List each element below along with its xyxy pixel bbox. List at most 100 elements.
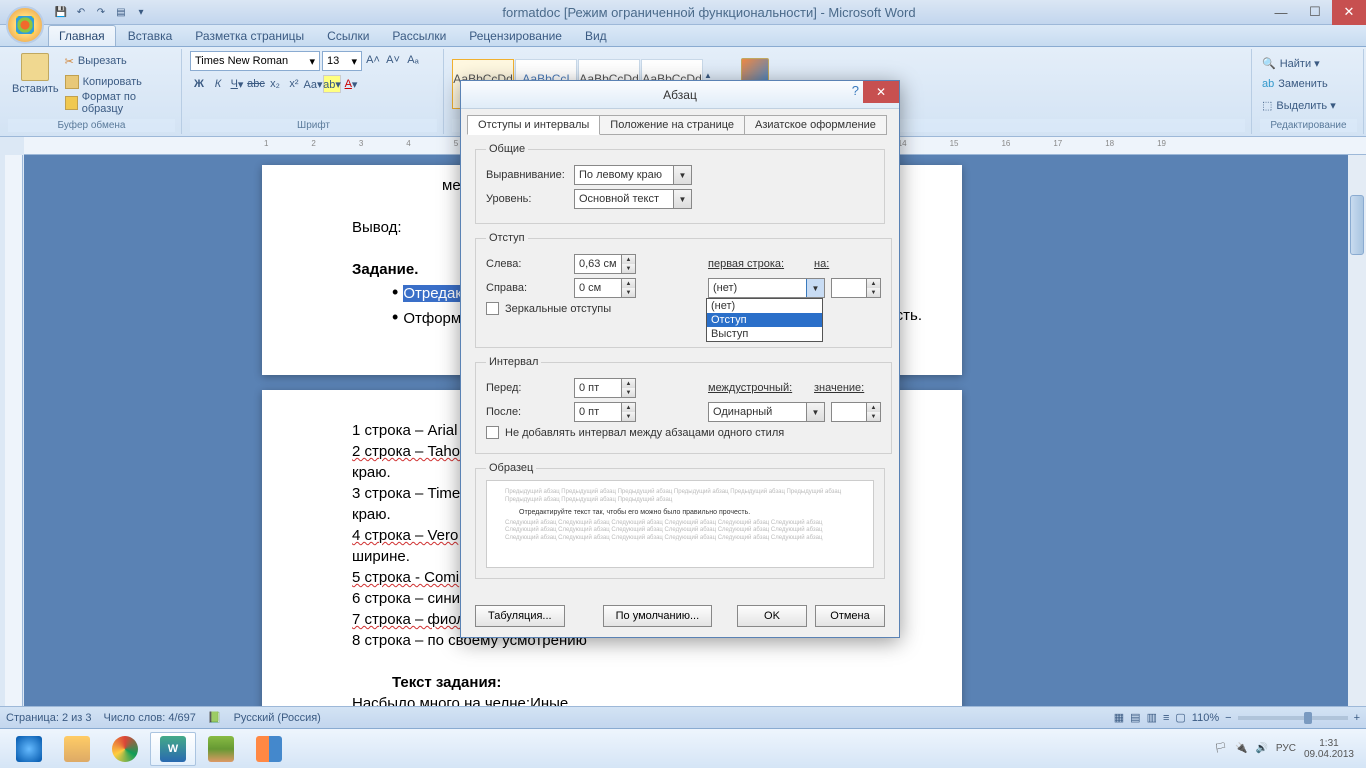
tab-references[interactable]: Ссылки (316, 25, 380, 46)
tray-power-icon[interactable]: 🔌 (1235, 743, 1247, 754)
taskbar-word[interactable]: W (150, 732, 196, 766)
copy-button[interactable]: Копировать (63, 72, 175, 92)
strike-icon[interactable]: abc (247, 75, 265, 93)
fieldset-indent: Отступ (486, 232, 528, 244)
zoom-level[interactable]: 110% (1192, 712, 1219, 724)
maximize-button[interactable]: ☐ (1298, 0, 1332, 25)
dialog-tab-position[interactable]: Положение на странице (599, 115, 745, 135)
underline-icon[interactable]: Ч▾ (228, 75, 246, 93)
qat-more-icon[interactable]: ▾ (132, 3, 150, 21)
status-proof-icon[interactable]: 📗 (208, 711, 222, 724)
redo-icon[interactable]: ↷ (92, 3, 110, 21)
paste-button[interactable]: Вставить (8, 51, 63, 117)
tray-language[interactable]: РУС (1276, 743, 1296, 754)
superscript-icon[interactable]: x² (285, 75, 303, 93)
scrollbar-thumb[interactable] (1350, 195, 1364, 255)
view-web-icon[interactable]: ▥ (1147, 711, 1157, 724)
taskbar-explorer[interactable] (54, 732, 100, 766)
save-icon[interactable]: 💾 (52, 3, 70, 21)
zoom-in-icon[interactable]: + (1354, 712, 1360, 724)
gallery-up-icon[interactable]: ▲ (704, 71, 718, 80)
on-spin[interactable]: ▲▼ (831, 278, 881, 298)
tab-review[interactable]: Рецензирование (458, 25, 573, 46)
mirror-checkbox[interactable] (486, 302, 499, 315)
view-draft-icon[interactable]: ▢ (1175, 711, 1185, 724)
firstline-combo[interactable]: (нет)▼ (708, 278, 825, 298)
taskbar-chrome[interactable] (102, 732, 148, 766)
bold-icon[interactable]: Ж (190, 75, 208, 93)
paragraph-dialog: Абзац ? ✕ Отступы и интервалы Положение … (460, 80, 900, 638)
indent-right-spin[interactable]: 0 см▲▼ (574, 278, 636, 298)
highlight-icon[interactable]: ab▾ (323, 75, 341, 93)
cut-button[interactable]: ✂Вырезать (63, 51, 175, 71)
status-language[interactable]: Русский (Россия) (234, 712, 321, 724)
tab-view[interactable]: Вид (574, 25, 618, 46)
replace-icon: ab (1262, 78, 1274, 90)
ok-button[interactable]: OK (737, 605, 807, 627)
font-name-combo[interactable]: Times New Roman▾ (190, 51, 320, 71)
vertical-scrollbar[interactable] (1348, 155, 1366, 706)
cancel-button[interactable]: Отмена (815, 605, 885, 627)
view-print-icon[interactable]: ▦ (1114, 711, 1124, 724)
tray-clock[interactable]: 1:31 09.04.2013 (1304, 738, 1354, 760)
replace-button[interactable]: abЗаменить (1260, 74, 1357, 94)
value-spin[interactable]: ▲▼ (831, 402, 881, 422)
select-button[interactable]: ⬚Выделить ▾ (1260, 95, 1357, 115)
font-size-combo[interactable]: 13▾ (322, 51, 362, 71)
tab-layout[interactable]: Разметка страницы (184, 25, 315, 46)
taskbar-winrar[interactable] (198, 732, 244, 766)
nosame-checkbox[interactable] (486, 426, 499, 439)
left-label: Слева: (486, 258, 568, 270)
alignment-combo[interactable]: По левому краю▼ (574, 165, 692, 185)
tabs-button[interactable]: Табуляция... (475, 605, 565, 627)
tab-mailings[interactable]: Рассылки (381, 25, 457, 46)
after-spin[interactable]: 0 пт▲▼ (574, 402, 636, 422)
zoom-out-icon[interactable]: − (1225, 712, 1231, 724)
view-outline-icon[interactable]: ≡ (1163, 712, 1169, 724)
font-color-icon[interactable]: A▾ (342, 75, 360, 93)
group-clipboard-label: Буфер обмена (8, 119, 175, 132)
view-read-icon[interactable]: ▤ (1130, 711, 1140, 724)
change-case-icon[interactable]: Aa▾ (304, 75, 322, 93)
status-page[interactable]: Страница: 2 из 3 (6, 712, 92, 724)
format-painter-button[interactable]: Формат по образцу (63, 93, 175, 113)
tab-home[interactable]: Главная (48, 25, 116, 46)
linespacing-label: междустрочный: (708, 382, 808, 394)
quick-access-toolbar: 💾 ↶ ↷ ▤ ▾ (48, 3, 154, 21)
before-spin[interactable]: 0 пт▲▼ (574, 378, 636, 398)
dropdown-option[interactable]: Выступ (707, 327, 822, 341)
print-icon[interactable]: ▤ (112, 3, 130, 21)
default-button[interactable]: По умолчанию... (603, 605, 713, 627)
dropdown-option[interactable]: (нет) (707, 299, 822, 313)
grow-font-icon[interactable]: A˄ (364, 51, 382, 69)
dialog-tab-indent[interactable]: Отступы и интервалы (467, 115, 600, 135)
dialog-close-button[interactable]: ✕ (863, 81, 899, 103)
dialog-tab-asian[interactable]: Азиатское оформление (744, 115, 887, 135)
dropdown-option[interactable]: Отступ (707, 313, 822, 327)
undo-icon[interactable]: ↶ (72, 3, 90, 21)
dialog-help-icon[interactable]: ? (852, 83, 859, 98)
italic-icon[interactable]: К (209, 75, 227, 93)
tray-volume-icon[interactable]: 🔊 (1255, 743, 1267, 754)
vertical-ruler[interactable] (5, 155, 23, 743)
before-label: Перед: (486, 382, 568, 394)
shrink-font-icon[interactable]: A˅ (384, 51, 402, 69)
minimize-button[interactable]: — (1264, 0, 1298, 25)
taskbar-ie[interactable] (6, 732, 52, 766)
find-button[interactable]: 🔍Найти ▾ (1260, 53, 1357, 73)
zoom-slider[interactable] (1238, 716, 1348, 720)
tab-insert[interactable]: Вставка (117, 25, 184, 46)
tray-flag-icon[interactable]: 🏳 (1214, 743, 1227, 754)
status-words[interactable]: Число слов: 4/697 (104, 712, 196, 724)
dialog-titlebar[interactable]: Абзац ? ✕ (461, 81, 899, 109)
value-label: значение: (814, 382, 864, 394)
clear-format-icon[interactable]: Aₐ (404, 51, 422, 69)
subscript-icon[interactable]: x₂ (266, 75, 284, 93)
indent-left-spin[interactable]: 0,63 см▲▼ (574, 254, 636, 274)
linespacing-combo[interactable]: Одинарный▼ (708, 402, 825, 422)
close-button[interactable]: ✕ (1332, 0, 1366, 25)
level-combo[interactable]: Основной текст▼ (574, 189, 692, 209)
office-button[interactable] (6, 6, 44, 44)
taskbar-media[interactable] (246, 732, 292, 766)
firstline-label: первая строка: (708, 258, 808, 270)
